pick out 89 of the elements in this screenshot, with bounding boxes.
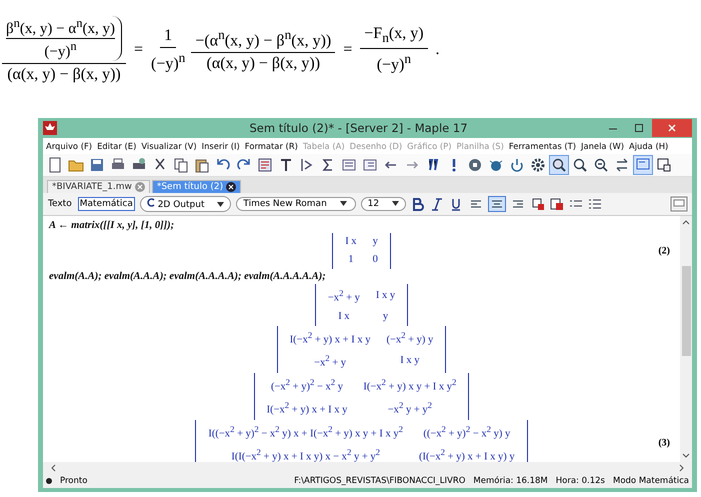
menu-item[interactable]: Ajuda (H) [629, 141, 668, 151]
time-text: Hora: 0.12s [556, 476, 605, 486]
scroll-right-icon[interactable] [678, 464, 686, 472]
memory-text: Memória: 16.18M [473, 476, 548, 486]
close-icon[interactable] [226, 182, 236, 192]
formula-text: (α(x, y) − β(x, y)) [206, 54, 320, 74]
font-dropdown[interactable]: Times New Roman [236, 197, 356, 211]
numbered-list-icon[interactable] [588, 197, 602, 211]
horizontal-scrollbar[interactable] [43, 462, 692, 474]
operator: = [343, 41, 352, 59]
maple-input[interactable]: A ← matrix([[I x, y], [1, 0]]); [49, 218, 674, 233]
zoom-out-icon[interactable] [592, 156, 610, 174]
formula-text: −(α$^{n}$(x, y) − β$^{n}$(x, y)) [191, 26, 336, 54]
menu-item[interactable]: Ferramentas (T) [508, 141, 576, 151]
equation-label: (3) [658, 438, 670, 448]
maximize-icon [634, 123, 644, 133]
menu-item[interactable]: Arquivo (F) [46, 141, 92, 151]
equation-label: (2) [658, 246, 670, 256]
zoom-icon[interactable] [550, 156, 568, 174]
matrix-entry: ((−x$^{2}$ + y)$^{2}$ − x$^{2}$ y) y [422, 422, 512, 441]
formula-text: (−y)$^{n}$ [376, 50, 412, 75]
help-icon[interactable] [655, 156, 673, 174]
panel-icon[interactable] [670, 196, 688, 212]
matrix-entry: I x [344, 235, 358, 249]
menu-item[interactable]: Editar (E) [97, 141, 136, 151]
stop-icon[interactable] [466, 156, 484, 174]
gear-icon[interactable] [529, 156, 547, 174]
size-dropdown[interactable]: 12 [360, 197, 406, 211]
matrix-entry: −x$^{2}$ y + y$^{2}$ [386, 399, 433, 418]
menu-item[interactable]: Visualizar (V) [141, 141, 197, 151]
screen-icon[interactable] [634, 156, 652, 174]
matrix-entry: (−x$^{2}$ + y) y [385, 328, 434, 347]
mode-text: Modo Matemática [612, 476, 689, 486]
matrix-entry: y [382, 310, 390, 324]
matrix-entry: (−x$^{2}$ + y)$^{2}$ − x$^{2}$ y [270, 376, 344, 394]
execution-group-icon[interactable] [256, 156, 274, 174]
vertical-scrollbar[interactable] [680, 216, 692, 462]
matrix-entry: I x y [374, 288, 396, 303]
matrix-entry: −x$^{2}$ + y [313, 352, 348, 370]
matrix-entry: −x$^{2}$ + y [326, 287, 361, 306]
align-icon[interactable] [488, 197, 505, 211]
formula-text: (α(x, y) − β(x, y)) [7, 65, 121, 84]
status-text: Pronto [60, 476, 88, 486]
matrix-entry: 0 [372, 253, 379, 267]
formula-text: (−y)$^{n}$ [44, 39, 77, 61]
status-dot-icon [46, 478, 52, 484]
operator: . [436, 41, 440, 59]
italic-icon[interactable] [430, 197, 444, 211]
save-icon[interactable] [88, 156, 106, 174]
caret-icon [392, 201, 399, 206]
caret-icon [340, 201, 347, 206]
scroll-up-icon[interactable] [682, 218, 690, 226]
mode-button[interactable]: Matemática [78, 197, 135, 211]
caret-icon [217, 202, 224, 207]
file-path: F:\ARTIGOS_REVISTAS\FIBONACCI_LIVRO [294, 476, 466, 486]
matrix-entry: I(I(−x$^{2}$ + y) x + I x y) x − x$^{2}$ y + y$^{2}$ [230, 446, 381, 462]
zoom-in-icon[interactable] [571, 156, 589, 174]
menu-item[interactable]: Janela (W) [581, 141, 624, 151]
operator: = [134, 41, 143, 59]
formula-text: 1 [160, 26, 176, 48]
highlight-icon[interactable] [550, 197, 564, 211]
matrix-entry: I(−x$^{2}$ + y) x y + I x y$^{2}$ [362, 376, 458, 394]
matrix-entry: I x y [399, 354, 420, 368]
matrix-entry: y [372, 235, 379, 249]
formula-text: β$^{n}$(x, y) − α$^{n}$(x, y) [6, 16, 115, 39]
formula-text: (−y)$^{n}$ [150, 48, 186, 74]
scroll-thumb[interactable] [682, 266, 690, 356]
bold-icon[interactable] [410, 197, 425, 211]
color-icon[interactable] [530, 197, 545, 211]
close-icon [667, 123, 678, 133]
matrix-entry: 1 [347, 253, 354, 267]
copy-icon[interactable] [172, 156, 190, 174]
formula-text: −F$_{n}$(x, y) [360, 25, 428, 50]
maple-input[interactable]: evalm(A.A); evalm(A.A.A); evalm(A.A.A.A); evalm(A.A.A.A.A); [49, 269, 674, 284]
matrix-entry: (I(−x$^{2}$ + y) x + I x y) y [418, 446, 516, 462]
matrix-entry: I x [337, 310, 351, 324]
menu-item[interactable]: Formatar (R) [244, 141, 298, 151]
window-title: Sem título (2)* - [Server 2] - Maple 17 [249, 121, 468, 135]
scroll-left-icon[interactable] [49, 464, 57, 472]
matrix-entry: I(−x$^{2}$ + y) x + I x y [288, 328, 372, 347]
scroll-down-icon[interactable] [682, 452, 690, 460]
matrix-entry: I((−x$^{2}$ + y)$^{2}$ − x$^{2}$ y) x + I(−x$^{2}$ + y) x y + I x y$^{2}$ [207, 422, 404, 441]
style-icon [146, 198, 155, 207]
matrix-entry: I(−x$^{2}$ + y) x + I x y [266, 399, 348, 418]
close-button[interactable] [652, 119, 692, 137]
mode-button[interactable]: Texto [47, 198, 73, 210]
menu-item[interactable]: Inserir (I) [202, 141, 240, 151]
style-dropdown[interactable]: 2D Output [140, 196, 232, 212]
document-tab[interactable]: *BIVARIATE_1.mw [47, 180, 150, 193]
